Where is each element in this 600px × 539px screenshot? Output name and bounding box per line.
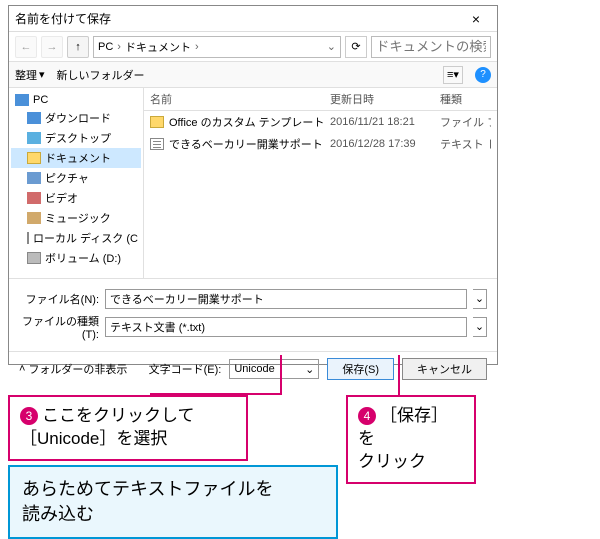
chevron-down-icon: ⌄ bbox=[305, 363, 314, 376]
file-date: 2016/11/21 18:21 bbox=[330, 116, 440, 128]
filename-input[interactable] bbox=[105, 289, 467, 309]
fields: ファイル名(N): ⌄ ファイルの種類(T): ⌄ bbox=[9, 278, 497, 351]
folder-icon bbox=[27, 152, 41, 164]
note-text: あらためてテキストファイルを 読み込む bbox=[22, 479, 273, 524]
nav-tree: PC ダウンロード デスクトップ ドキュメント ピクチャ ビデオ ミュージック … bbox=[9, 88, 144, 278]
tree-documents[interactable]: ドキュメント bbox=[11, 148, 141, 168]
bc-pc[interactable]: PC bbox=[98, 41, 113, 53]
list-item[interactable]: Office のカスタム テンプレート 2016/11/21 18:21ファイル … bbox=[144, 111, 497, 133]
encoding-select[interactable]: Unicode⌄ bbox=[229, 359, 319, 379]
file-type: テキスト ド bbox=[440, 136, 491, 152]
encoding-label: 文字コード(E): bbox=[149, 361, 222, 377]
callout-text: ここをクリックして ［Unicode］を選択 bbox=[20, 406, 195, 448]
tree-disk-c[interactable]: ローカル ディスク (C bbox=[11, 228, 141, 248]
file-name: Office のカスタム テンプレート bbox=[169, 114, 324, 130]
col-date[interactable]: 更新日時 bbox=[330, 91, 440, 107]
filetype-dropdown[interactable]: ⌄ bbox=[473, 317, 487, 337]
close-icon[interactable]: × bbox=[461, 11, 491, 27]
note-box: あらためてテキストファイルを 読み込む bbox=[8, 465, 338, 539]
view-button[interactable]: ≡▾ bbox=[443, 66, 463, 84]
tree-pc[interactable]: PC bbox=[11, 92, 141, 108]
tree-videos[interactable]: ビデオ bbox=[11, 188, 141, 208]
filename-dropdown[interactable]: ⌄ bbox=[473, 289, 487, 309]
search-input[interactable] bbox=[371, 36, 491, 58]
tree-network[interactable]: ネットワーク bbox=[11, 276, 141, 278]
file-type: ファイル フォ bbox=[440, 114, 491, 130]
hide-folders-toggle[interactable]: ˄ フォルダーの非表示 bbox=[19, 361, 127, 377]
titlebar: 名前を付けて保存 × bbox=[9, 6, 497, 32]
tree-disk-d[interactable]: ボリューム (D:) bbox=[11, 248, 141, 268]
up-button[interactable]: ↑ bbox=[67, 36, 89, 58]
filetype-label: ファイルの種類(T): bbox=[19, 313, 99, 341]
disk-icon bbox=[27, 252, 41, 264]
callout-badge: 4 bbox=[358, 407, 376, 425]
window-title: 名前を付けて保存 bbox=[15, 10, 461, 27]
file-name: できるベーカリー開業サポート bbox=[169, 136, 323, 152]
col-type[interactable]: 種類 bbox=[440, 91, 491, 107]
callout-badge: 3 bbox=[20, 407, 38, 425]
callout-leader bbox=[280, 355, 282, 395]
tree-pictures[interactable]: ピクチャ bbox=[11, 168, 141, 188]
desktop-icon bbox=[27, 132, 41, 144]
refresh-button[interactable]: ⟳ bbox=[345, 36, 367, 58]
pc-icon bbox=[15, 94, 29, 106]
breadcrumb[interactable]: PC › ドキュメント › ⌄ bbox=[93, 36, 341, 58]
organize-menu[interactable]: 整理 ▾ bbox=[15, 67, 45, 83]
tree-downloads[interactable]: ダウンロード bbox=[11, 108, 141, 128]
chevron-up-icon: ˄ bbox=[19, 363, 25, 375]
folder-icon bbox=[150, 116, 164, 128]
new-folder-button[interactable]: 新しいフォルダー bbox=[57, 67, 145, 83]
forward-button: → bbox=[41, 36, 63, 58]
callout-4: 4［保存］を クリック bbox=[346, 395, 476, 484]
chevron-right-icon: › bbox=[117, 41, 121, 53]
save-button[interactable]: 保存(S) bbox=[327, 358, 394, 380]
help-icon[interactable]: ? bbox=[475, 67, 491, 83]
chevron-down-icon: ▾ bbox=[39, 68, 45, 81]
save-dialog: 名前を付けて保存 × ← → ↑ PC › ドキュメント › ⌄ ⟳ 整理 ▾ … bbox=[8, 5, 498, 365]
disk-icon bbox=[27, 232, 29, 244]
file-date: 2016/12/28 17:39 bbox=[330, 138, 440, 150]
file-list: 名前 更新日時 種類 Office のカスタム テンプレート 2016/11/21… bbox=[144, 88, 497, 278]
tree-music[interactable]: ミュージック bbox=[11, 208, 141, 228]
pictures-icon bbox=[27, 172, 41, 184]
nav-bar: ← → ↑ PC › ドキュメント › ⌄ ⟳ bbox=[9, 32, 497, 62]
callout-leader bbox=[398, 355, 400, 395]
filetype-select[interactable] bbox=[105, 317, 467, 337]
music-icon bbox=[27, 212, 41, 224]
cancel-button[interactable]: キャンセル bbox=[402, 358, 487, 380]
bc-documents[interactable]: ドキュメント bbox=[125, 39, 191, 55]
list-item[interactable]: できるベーカリー開業サポート 2016/12/28 17:39テキスト ド bbox=[144, 133, 497, 155]
download-icon bbox=[27, 112, 41, 124]
list-header: 名前 更新日時 種類 bbox=[144, 88, 497, 111]
callout-3: 3ここをクリックして ［Unicode］を選択 bbox=[8, 395, 248, 461]
chevron-down-icon[interactable]: ⌄ bbox=[327, 40, 336, 53]
bottom-bar: ˄ フォルダーの非表示 文字コード(E): Unicode⌄ 保存(S) キャン… bbox=[9, 351, 497, 386]
col-name[interactable]: 名前 bbox=[150, 91, 330, 107]
toolbar: 整理 ▾ 新しいフォルダー ≡▾ ? bbox=[9, 62, 497, 88]
text-file-icon bbox=[150, 138, 164, 150]
filename-label: ファイル名(N): bbox=[19, 291, 99, 307]
chevron-right-icon: › bbox=[195, 41, 199, 53]
tree-desktop[interactable]: デスクトップ bbox=[11, 128, 141, 148]
back-button: ← bbox=[15, 36, 37, 58]
video-icon bbox=[27, 192, 41, 204]
